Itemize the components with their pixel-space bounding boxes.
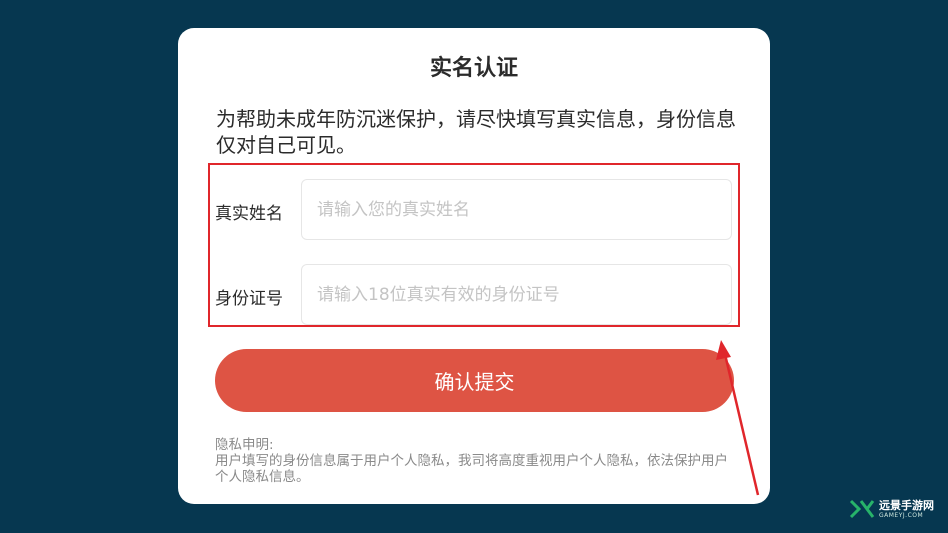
submit-button[interactable]: 确认提交 [215, 349, 734, 412]
name-input[interactable] [301, 179, 732, 240]
privacy-statement: 隐私申明: 用户填写的身份信息属于用户个人隐私，我司将高度重视用户个人隐私，依法… [215, 437, 740, 485]
dialog-intro: 为帮助未成年防沉迷保护，请尽快填写真实信息，身份信息仅对自己可见。 [216, 107, 736, 157]
id-number-input[interactable] [301, 264, 732, 325]
privacy-body: 用户填写的身份信息属于用户个人隐私，我司将高度重视用户个人隐私，依法保护用户个人… [215, 453, 728, 485]
watermark-name: 远景手游网 [879, 498, 934, 512]
watermark-domain: GAMEYJ.COM [879, 511, 924, 519]
realname-dialog: 实名认证 为帮助未成年防沉迷保护，请尽快填写真实信息，身份信息仅对自己可见。 真… [178, 28, 770, 504]
privacy-title: 隐私申明: [215, 437, 274, 453]
id-label: 身份证号 [215, 289, 283, 309]
name-label: 真实姓名 [215, 204, 283, 224]
dialog-title: 实名认证 [429, 56, 518, 81]
watermark: 远景手游网 GAMEYJ.COM [849, 499, 934, 519]
watermark-logo-icon [849, 499, 875, 519]
